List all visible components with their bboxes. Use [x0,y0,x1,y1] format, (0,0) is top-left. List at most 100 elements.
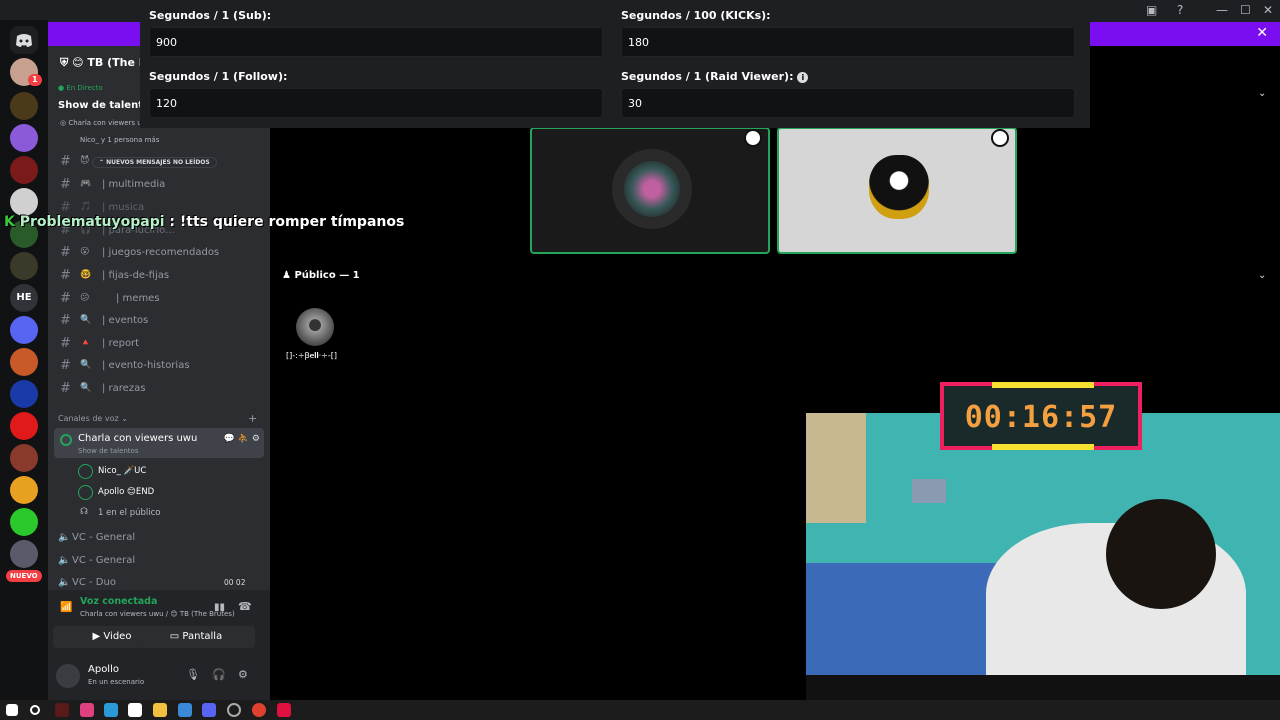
close-window-button[interactable]: ✕ [1263,3,1273,17]
obs-icon[interactable] [227,703,241,717]
channel-item-evento-historias[interactable]: # 🔍 | evento-historias [56,356,266,376]
server-icon-10[interactable] [10,380,38,408]
noise-suppression-icon[interactable]: ▮▮ [214,602,225,613]
voice-location[interactable]: Charla con viewers uwu / 😊 TB (The Brute… [80,610,235,618]
username: Apollo [88,664,119,675]
voice-status[interactable]: Voz conectada [80,596,157,607]
hash-icon: # [60,336,71,351]
channel-emoji: 🤓 [80,270,92,280]
invite-icon[interactable]: ⛹ [238,434,249,444]
raid-seconds-input[interactable]: 30 [621,88,1075,118]
maximize-button[interactable]: ☐ [1240,3,1251,17]
follow-seconds-input[interactable]: 120 [149,88,603,118]
channel-name: | rarezas [102,383,146,394]
app-icon[interactable] [80,703,94,717]
unread-messages-pill[interactable]: ⌃ NUEVOS MENSAJES NO LEÍDOS [92,157,217,168]
server-icon-5[interactable] [10,188,38,216]
desk [806,675,1280,700]
disconnect-icon[interactable]: ☎ [238,600,252,613]
screen-share-button[interactable]: ▭ Pantalla [137,626,255,648]
minimize-button[interactable]: — [1216,3,1228,17]
audience-count: Público — 1 [294,270,360,281]
microphone-icon[interactable]: 🎙 [186,668,200,681]
windows-start-icon[interactable] [6,704,18,716]
discord-home-icon[interactable] [10,26,38,54]
server-icon-14[interactable] [10,508,38,536]
server-icon-8[interactable] [10,316,38,344]
server-icon-2[interactable] [10,92,38,120]
discord-taskbar-icon[interactable] [202,703,216,717]
chat-icon[interactable]: 💬 [224,434,235,444]
channel-item-fijas[interactable]: # 🤓 | fijas-de-fijas [56,266,266,286]
channel-item-report[interactable]: # 🔺 | report [56,334,266,354]
user-status: En un escenario [88,678,145,686]
sub-seconds-input[interactable]: 900 [149,27,603,57]
taskbar [0,700,1280,720]
search-icon[interactable] [30,705,40,715]
voice-member-name: Apollo 😊END [98,487,155,497]
add-channel-icon[interactable]: + [248,412,257,425]
signal-icon[interactable]: 📶 [60,602,72,613]
audience-member-name[interactable]: []-:÷Ꞵ𝐞𝐥𝐥·÷-[] [286,350,337,361]
banner-close-button[interactable]: ✕ [1256,25,1268,41]
voice-channel-name: VC - Duo [72,577,116,588]
inbox-icon[interactable]: ▣ [1146,3,1157,17]
gear-icon[interactable]: ⚙ [238,668,248,681]
server-icon-9[interactable] [10,348,38,376]
channel-name: | fijas-de-fijas [102,270,170,281]
timer-value: 00:16:57 [964,400,1118,435]
voice-channel-name: VC - General [72,555,136,566]
channel-item-memes[interactable]: # 😕 | memes [56,289,266,309]
chevron-down-icon[interactable]: ⌄ [1258,270,1266,281]
server-icon-he[interactable]: HE [10,284,38,312]
server-icon-11[interactable] [10,412,38,440]
server-icon-15[interactable] [10,540,38,568]
server-icon-4[interactable] [10,156,38,184]
voice-channel[interactable]: 🔈 VC - General [58,532,135,543]
voice-category[interactable]: Canales de voz ⌄ [58,414,128,423]
gear-icon[interactable]: ⚙ [252,434,260,444]
voice-channel[interactable]: 🔈 VC - Duo [58,577,116,588]
channel-item-rarezas[interactable]: # 🔍 | rarezas [56,379,266,399]
channel-item-juegos[interactable]: # 😮 | juegos-recomendados [56,243,266,263]
server-icon-12[interactable] [10,444,38,472]
channel-name: | multimedia [102,179,166,190]
folder-icon[interactable] [153,703,167,717]
store-icon[interactable] [128,703,142,717]
voice-member-name: Nico_ 🗡️UC [98,466,147,476]
server-icon-3[interactable] [10,124,38,152]
speaker-tile-apollo[interactable] [777,127,1017,254]
live-indicator: ● En Directo [58,84,103,92]
stage-event-channel: ◎ Charla con viewers uwu [60,119,152,127]
channel-emoji: 😕 [80,293,90,303]
app-icon-2[interactable] [178,703,192,717]
server-shield-icon: ⛨ 😊 [60,56,88,69]
help-icon[interactable]: ? [1177,3,1183,17]
info-icon[interactable]: i [797,72,809,83]
kicks-seconds-input[interactable]: 180 [621,27,1075,57]
channel-item-eventos[interactable]: # 🔍 | eventos [56,311,266,331]
tiktok-icon[interactable] [277,703,291,717]
server-icon-7[interactable] [10,252,38,280]
channel-emoji: 😮 [80,247,90,257]
screen: ▣ ? — ☐ ✕ ✕ 1 HE NUEVO ⛨ 😊 TB (The B ● E… [0,0,1280,720]
edge-icon[interactable] [104,703,118,717]
headphones-icon[interactable]: 🎧 [212,668,226,681]
illustrator-icon[interactable] [55,703,69,717]
hash-icon: # [60,177,71,192]
wall-poster [806,413,866,523]
channel-item-multimedia[interactable]: # 🎮 | multimedia [56,175,266,195]
chevron-down-icon[interactable]: ⌄ [1258,88,1266,99]
video-label: Video [103,631,132,642]
kicks-seconds-label: Segundos / 100 (KICKs): [621,9,771,22]
avatar[interactable] [56,664,80,688]
channel-emoji: 🎮 [80,179,92,189]
chrome-icon[interactable] [252,703,266,717]
active-voice-channel[interactable]: Charla con viewers uwu Show de talentos … [54,428,264,458]
voice-connected-panel: 📶 Voz conectada Charla con viewers uwu /… [48,590,270,654]
voice-channel[interactable]: 🔈 VC - General [58,555,135,566]
avatar[interactable] [296,308,334,346]
hash-icon: # [60,245,71,260]
server-icon-13[interactable] [10,476,38,504]
speaker-tile-nico[interactable] [530,127,770,254]
